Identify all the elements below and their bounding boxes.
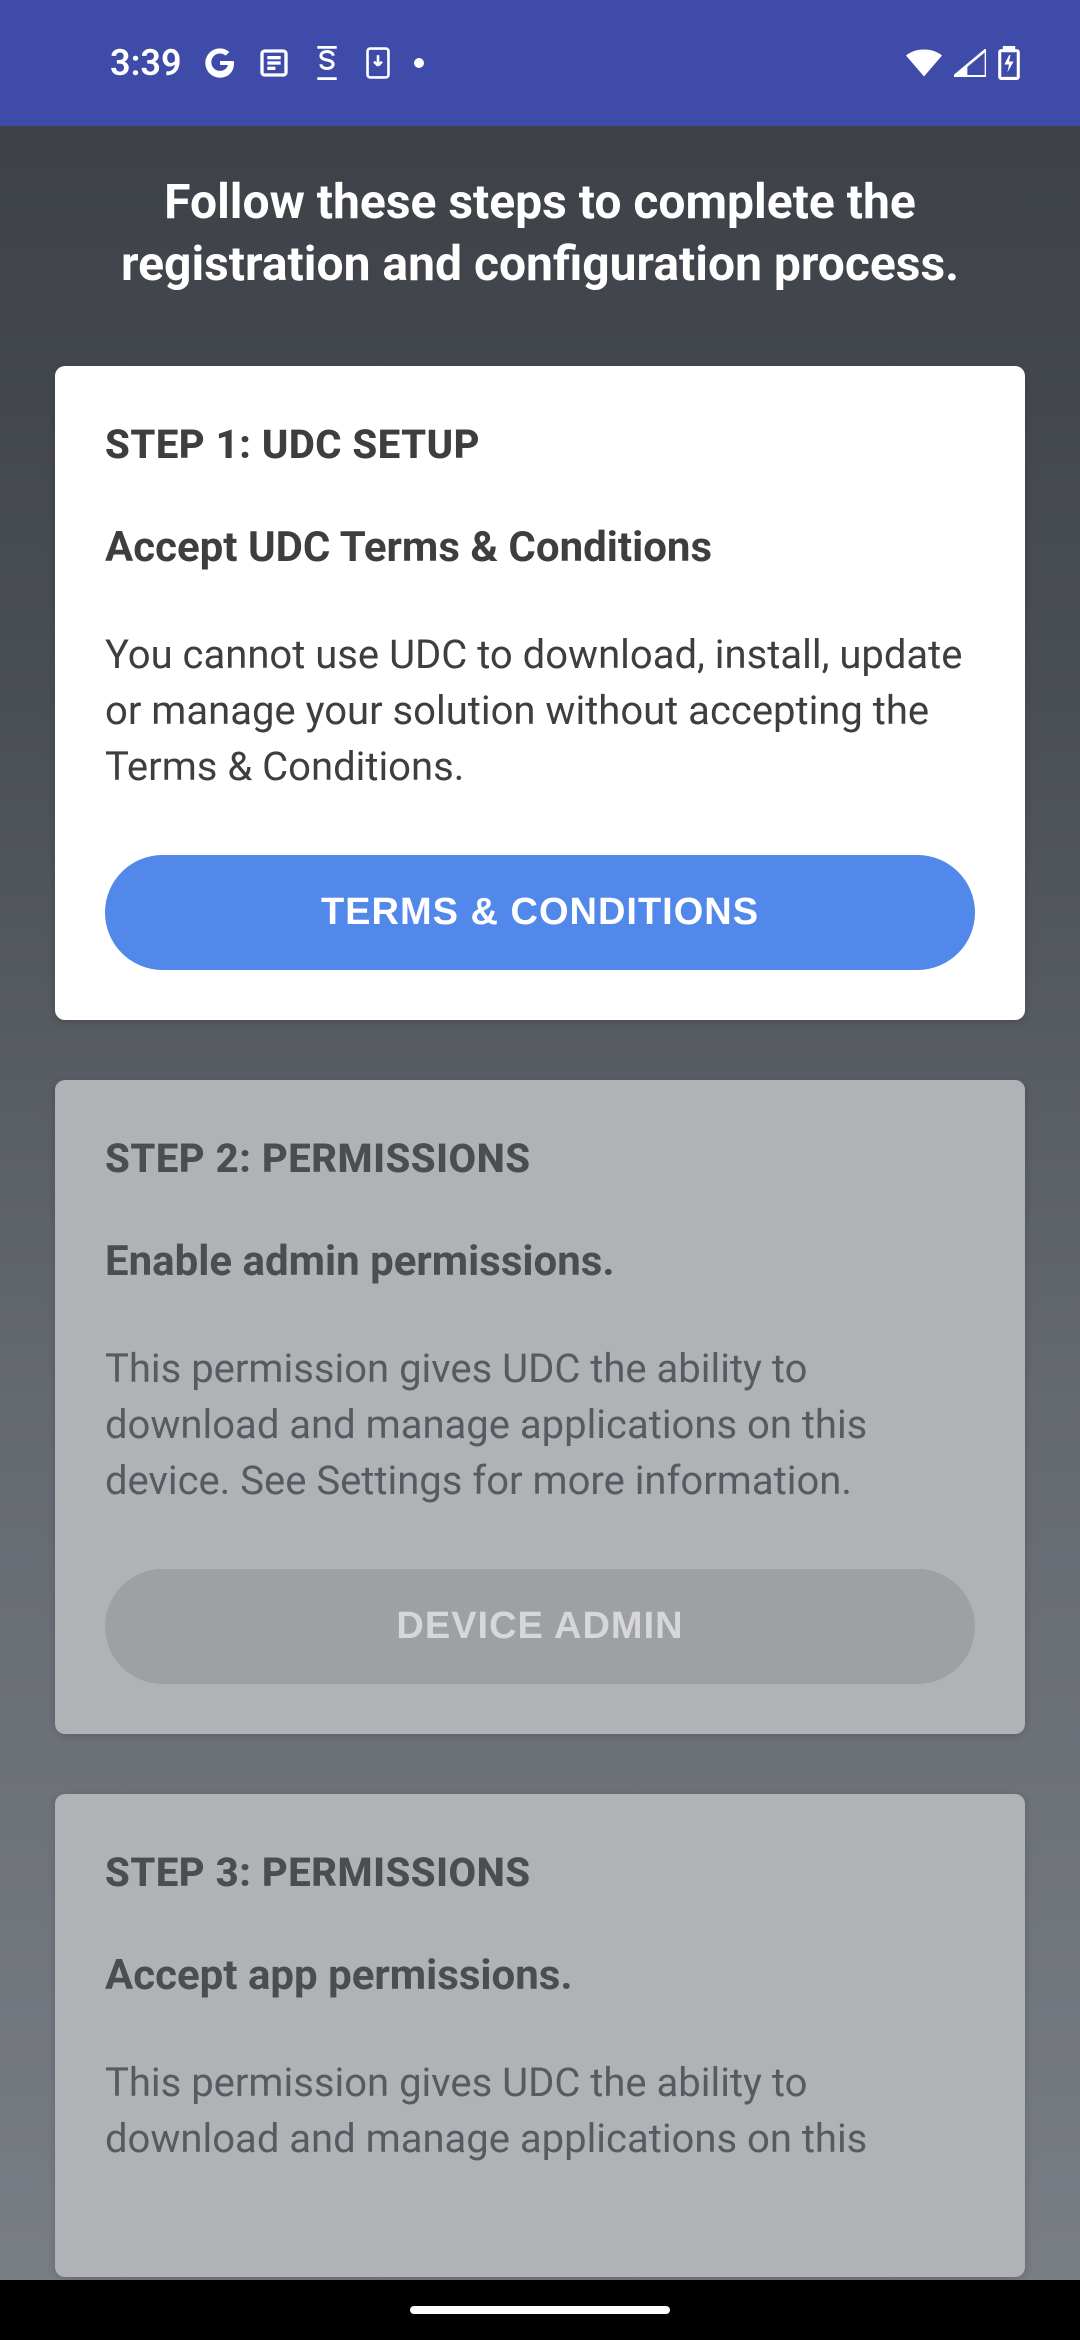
nav-handle[interactable]: [410, 2306, 670, 2314]
device-admin-button: DEVICE ADMIN: [105, 1569, 975, 1684]
s-icon: [312, 46, 342, 80]
google-icon: [204, 47, 236, 79]
content-area: Follow these steps to complete the regis…: [0, 126, 1080, 2277]
step-2-subtitle: Enable admin permissions.: [105, 1237, 975, 1286]
step-1-title: STEP 1: UDC SETUP: [105, 421, 975, 468]
wifi-icon: [906, 49, 942, 77]
status-right: [906, 46, 1020, 80]
step-3-subtitle: Accept app permissions.: [105, 1951, 975, 2000]
status-dot-icon: [414, 58, 424, 68]
step-2-title: STEP 2: PERMISSIONS: [105, 1135, 975, 1182]
status-left: 3:39: [110, 42, 424, 84]
step-3-body: This permission gives UDC the ability to…: [105, 2055, 975, 2167]
terms-conditions-button[interactable]: TERMS & CONDITIONS: [105, 855, 975, 970]
step-3-title: STEP 3: PERMISSIONS: [105, 1849, 975, 1896]
page-title: Follow these steps to complete the regis…: [55, 171, 1025, 296]
step-1-card: STEP 1: UDC SETUP Accept UDC Terms & Con…: [55, 366, 1025, 1020]
navigation-bar: [0, 2280, 1080, 2340]
news-icon: [258, 47, 290, 79]
step-3-card: STEP 3: PERMISSIONS Accept app permissio…: [55, 1794, 1025, 2277]
step-1-subtitle: Accept UDC Terms & Conditions: [105, 523, 975, 572]
signal-icon: [954, 49, 986, 77]
step-1-body: You cannot use UDC to download, install,…: [105, 627, 975, 795]
step-2-body: This permission gives UDC the ability to…: [105, 1341, 975, 1509]
status-bar: 3:39: [0, 0, 1080, 126]
step-2-card: STEP 2: PERMISSIONS Enable admin permiss…: [55, 1080, 1025, 1734]
battery-charging-icon: [998, 46, 1020, 80]
status-time: 3:39: [110, 42, 182, 84]
download-icon: [364, 46, 392, 80]
